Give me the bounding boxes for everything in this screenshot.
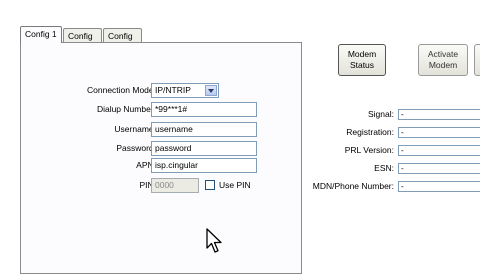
- password-label: Password:: [116, 143, 156, 153]
- pin-input[interactable]: 0000: [151, 178, 199, 193]
- signal-label: Signal:: [368, 109, 394, 119]
- username-label: Username:: [114, 124, 156, 134]
- mdn-phone-number-label: MDN/Phone Number:: [312, 181, 394, 191]
- password-input[interactable]: password: [151, 141, 257, 156]
- use-pin-checkbox[interactable]: [205, 180, 215, 190]
- tab-config-2[interactable]: Config 2: [63, 28, 102, 55]
- signal-field: -: [398, 109, 480, 120]
- prl-version-field: -: [398, 145, 480, 156]
- esn-label: ESN:: [374, 163, 394, 173]
- use-pin-label: Use PIN: [219, 180, 251, 190]
- connection-mode-value: IP/NTRIP: [155, 85, 191, 95]
- connection-mode-select[interactable]: IP/NTRIP: [151, 83, 219, 98]
- activate-modem-button[interactable]: Activate Modem: [418, 44, 468, 76]
- apn-label: APN:: [136, 160, 156, 170]
- registration-label: Registration:: [346, 127, 394, 137]
- connection-mode-label: Connection Mode:: [87, 85, 156, 95]
- pin-label: PIN:: [139, 180, 156, 190]
- dialup-number-label: Dialup Number:: [96, 104, 156, 114]
- registration-field: -: [398, 127, 480, 138]
- extra-button[interactable]: [474, 44, 480, 76]
- config-panel: Connection Mode: IP/NTRIP Dialup Number:…: [20, 42, 302, 274]
- username-input[interactable]: username: [151, 122, 257, 137]
- modem-status-button[interactable]: Modem Status: [338, 44, 386, 76]
- esn-field: -: [398, 163, 480, 174]
- chevron-down-icon[interactable]: [205, 85, 217, 96]
- dialup-number-input[interactable]: *99***1#: [151, 102, 257, 117]
- mdn-phone-number-field: -: [398, 181, 480, 192]
- prl-version-label: PRL Version:: [344, 145, 394, 155]
- tab-config-3[interactable]: Config 3: [103, 28, 142, 55]
- mouse-pointer-icon: [206, 228, 222, 253]
- apn-input[interactable]: isp.cingular: [151, 158, 257, 173]
- tab-config-1[interactable]: Config 1: [20, 26, 62, 43]
